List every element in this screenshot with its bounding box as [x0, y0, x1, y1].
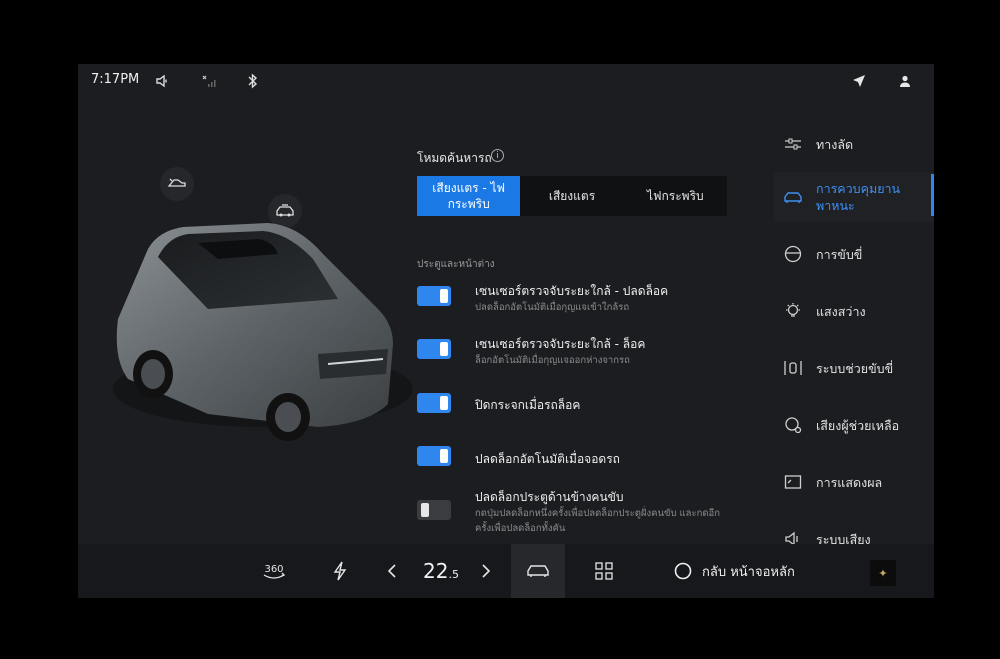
- view-360-label: 360: [264, 564, 283, 575]
- car-icon: [782, 190, 804, 204]
- voice-assistant-icon: [782, 416, 804, 434]
- nav-label: การควบคุมยานพาหนะ: [816, 181, 901, 213]
- row-subtitle: ปลดล็อกอัตโนมัติเมื่อกุญแจเข้าใกล้รถ: [475, 302, 630, 313]
- apps-grid-icon[interactable]: [591, 544, 617, 598]
- nav-item-lighting[interactable]: แสงสว่าง: [774, 287, 934, 335]
- row-subtitle: กดปุ่มปลดล็อกหนึ่งครั้งเพื่อปลดล็อกประตู…: [475, 508, 720, 534]
- nav-label: แสงสว่าง: [816, 303, 866, 319]
- nav-label: ทางลัด: [816, 136, 854, 152]
- row-title: ปิดกระจกเมื่อรถล็อค: [475, 398, 581, 412]
- setting-row-proximity-lock: เซนเซอร์ตรวจจับระยะใกล้ - ล็อค ล็อกอัตโน…: [417, 335, 727, 375]
- home-button[interactable]: กลับ หน้าจอหลัก: [674, 544, 824, 598]
- bottom-dock: 360 22.5 กลับ หน้าจอหลัก: [78, 544, 934, 598]
- signal-icon: [199, 71, 219, 91]
- setting-row-driver-door-unlock: ปลดล็อกประตูด้านข้างคนขับ กดปุ่มปลดล็อกห…: [417, 488, 727, 538]
- nav-label: เสียงผู้ช่วยเหลือ: [816, 417, 900, 433]
- temperature-value: 22.5: [423, 559, 459, 583]
- vehicle-control-dock-button[interactable]: [511, 544, 565, 598]
- nav-item-vehicle-control[interactable]: การควบคุมยานพาหนะ: [774, 172, 934, 222]
- driver-door-unlock-toggle[interactable]: [417, 500, 451, 520]
- infotainment-screen: 7:17PM โหมดค้นหารถ i เสียงแตร - ไฟกระพริ…: [78, 64, 934, 598]
- nav-item-shortcuts[interactable]: ทางลัด: [774, 120, 934, 168]
- auto-unlock-park-toggle[interactable]: [417, 446, 451, 466]
- view-360-button[interactable]: 360: [254, 544, 294, 598]
- nav-item-driving[interactable]: การขับขี่: [774, 230, 934, 278]
- display-icon: [782, 474, 804, 490]
- car-image: [113, 223, 413, 441]
- status-bar: 7:17PM: [78, 64, 934, 100]
- nav-item-display[interactable]: การแสดงผล: [774, 458, 934, 506]
- row-title: ปลดล็อกอัตโนมัติเมื่อจอดรถ: [475, 452, 620, 466]
- volume-icon[interactable]: [153, 71, 173, 91]
- row-title: เซนเซอร์ตรวจจับระยะใกล้ - ปลดล็อค: [475, 284, 669, 298]
- light-bulb-icon: [782, 302, 804, 320]
- nav-item-voice-assistant[interactable]: เสียงผู้ช่วยเหลือ: [774, 401, 934, 449]
- driver-assist-icon: [782, 359, 804, 377]
- mode-option-horn-flash[interactable]: เสียงแตร - ไฟกระพริบ: [417, 176, 521, 216]
- home-label: กลับ หน้าจอหลัก: [702, 564, 795, 580]
- doors-windows-section-label: ประตูและหน้าต่าง: [417, 259, 495, 270]
- setting-row-auto-unlock-park: ปลดล็อกอัตโนมัติเมื่อจอดรถ: [417, 446, 727, 470]
- temperature-down-button[interactable]: [382, 544, 402, 598]
- nav-label: การขับขี่: [816, 246, 863, 262]
- user-icon[interactable]: [895, 71, 915, 91]
- clock: 7:17PM: [91, 72, 140, 87]
- setting-row-close-windows: ปิดกระจกเมื่อรถล็อค: [417, 393, 727, 417]
- row-title: เซนเซอร์ตรวจจับระยะใกล้ - ล็อค: [475, 337, 646, 351]
- lightning-icon[interactable]: [328, 544, 352, 598]
- bluetooth-icon[interactable]: [243, 71, 263, 91]
- row-subtitle: ล็อกอัตโนมัติเมื่อกุญแจออกห่างจากรถ: [475, 355, 630, 366]
- temperature-up-button[interactable]: [476, 544, 496, 598]
- find-car-mode-title: โหมดค้นหารถ: [417, 151, 492, 165]
- setting-row-proximity-unlock: เซนเซอร์ตรวจจับระยะใกล้ - ปลดล็อค ปลดล็อ…: [417, 282, 727, 322]
- nav-label: การแสดงผล: [816, 474, 883, 490]
- close-windows-toggle[interactable]: [417, 393, 451, 413]
- sliders-icon: [782, 137, 804, 151]
- steering-wheel-icon: [782, 245, 804, 263]
- info-icon[interactable]: i: [491, 149, 504, 162]
- nav-item-driver-assist[interactable]: ระบบช่วยขับขี่: [774, 344, 934, 392]
- location-icon[interactable]: [849, 71, 869, 91]
- row-title: ปลดล็อกประตูด้านข้างคนขับ: [475, 490, 624, 504]
- proximity-unlock-toggle[interactable]: [417, 286, 451, 306]
- home-circle-icon: [674, 562, 692, 580]
- mode-option-horn[interactable]: เสียงแตร: [520, 176, 623, 216]
- nav-label: ระบบช่วยขับขี่: [816, 360, 894, 376]
- avatar[interactable]: ✦: [870, 560, 896, 586]
- proximity-lock-toggle[interactable]: [417, 339, 451, 359]
- temperature-display: 22.5: [416, 544, 466, 598]
- mode-option-flash[interactable]: ไฟกระพริบ: [624, 176, 727, 216]
- find-car-mode-selector: เสียงแตร - ไฟกระพริบ เสียงแตร ไฟกระพริบ: [417, 176, 727, 216]
